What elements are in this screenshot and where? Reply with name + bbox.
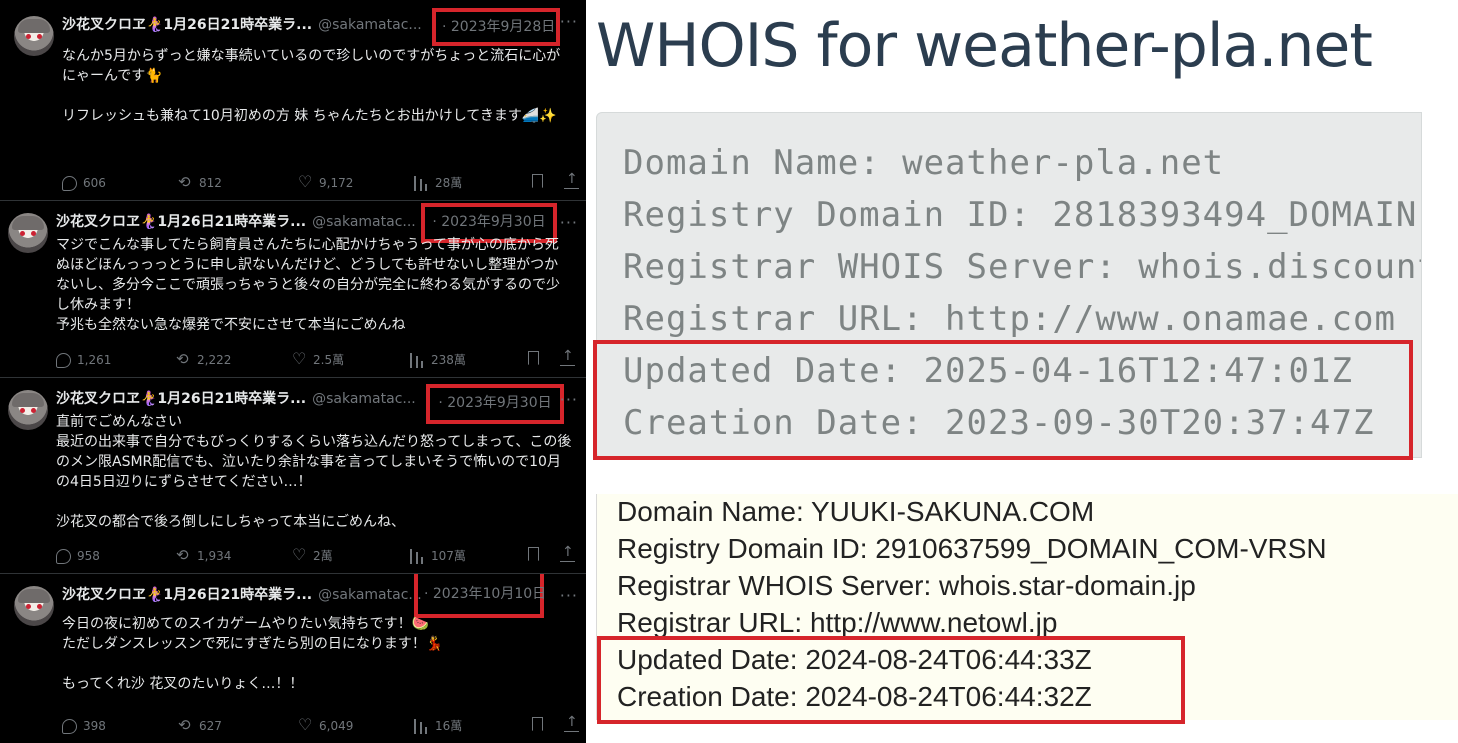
user-handle[interactable]: @sakamatac... (312, 214, 416, 230)
like-icon[interactable] (292, 350, 307, 368)
more-icon[interactable]: ··· (560, 390, 578, 409)
retweet-icon[interactable] (178, 173, 193, 191)
avatar[interactable] (14, 586, 54, 626)
whois-line: Registry Domain ID: 2818393494_DOMAIN (623, 195, 1418, 235)
date-highlight-box (597, 636, 1185, 724)
views-icon[interactable] (414, 175, 429, 191)
whois-title: WHOIS for weather-pla.net (596, 11, 1373, 81)
tweet-actions: 398 627 6,049 16萬 (62, 713, 579, 735)
retweet-icon[interactable] (176, 350, 191, 368)
tweet-actions: 1,261 2,222 2.5萬 238萬 (56, 347, 575, 369)
reply-count: 606 (83, 176, 106, 190)
tweet-timeline: 沙花叉クロヱ🧜‍♀️1月26日21時卒業ラ... @sakamatac... · … (0, 0, 586, 743)
tweet[interactable]: 沙花叉クロヱ🧜‍♀️1月26日21時卒業ラ... @sakamatac... · … (0, 0, 586, 200)
avatar[interactable] (14, 16, 54, 56)
avatar[interactable] (8, 213, 48, 253)
view-count: 107萬 (431, 549, 466, 563)
like-count: 6,049 (319, 719, 354, 733)
reply-icon[interactable] (56, 352, 71, 368)
date-highlight-box (593, 340, 1413, 460)
tweet[interactable]: 沙花叉クロヱ🧜‍♀️1月26日21時卒業ラ... @sakamatac... · … (0, 200, 586, 377)
whois-line: Domain Name: weather-pla.net (623, 143, 1225, 183)
display-name[interactable]: 沙花叉クロヱ🧜‍♀️1月26日21時卒業ラ... (62, 17, 312, 33)
like-count: 9,172 (319, 176, 354, 190)
like-icon[interactable] (298, 716, 313, 734)
views-icon[interactable] (410, 352, 425, 368)
whois-line: Domain Name: YUUKI-SAKUNA.COM (617, 496, 1095, 527)
view-count: 28萬 (435, 176, 463, 190)
retweet-count: 2,222 (197, 353, 232, 367)
retweet-count: 812 (199, 176, 222, 190)
retweet-count: 627 (199, 719, 222, 733)
reply-icon[interactable] (62, 175, 77, 191)
tweet-text: なんか5月からずっと嫌な事続いているので珍しいのですがちょっと流石に心がにゃーん… (62, 48, 561, 124)
whois-line: Registry Domain ID: 2910637599_DOMAIN_CO… (617, 533, 1327, 564)
more-icon[interactable]: ··· (560, 213, 578, 232)
bookmark-icon[interactable] (528, 547, 539, 561)
display-name[interactable]: 沙花叉クロヱ🧜‍♀️1月26日21時卒業ラ... (62, 587, 312, 603)
like-count: 2萬 (313, 549, 333, 563)
avatar[interactable] (8, 390, 48, 430)
whois-line: Registrar URL: http://www.netowl.jp (617, 607, 1058, 638)
tweet-text: 直前でごめんなさい 最近の出来事で自分でもびっくりするくらい落ち込んだり怒ってし… (56, 414, 572, 530)
reply-icon[interactable] (56, 548, 71, 564)
whois-line: Registrar WHOIS Server: whois.star-domai… (617, 570, 1196, 601)
share-icon[interactable] (564, 170, 579, 189)
like-icon[interactable] (298, 173, 313, 191)
share-icon[interactable] (560, 543, 575, 562)
user-handle[interactable]: @sakamatac... (318, 17, 422, 33)
retweet-count: 1,934 (197, 549, 232, 563)
reply-icon[interactable] (62, 718, 77, 734)
views-icon[interactable] (414, 718, 429, 734)
bookmark-icon[interactable] (532, 174, 543, 188)
display-name[interactable]: 沙花叉クロヱ🧜‍♀️1月26日21時卒業ラ... (56, 391, 306, 407)
view-count: 238萬 (431, 353, 466, 367)
tweet-date-highlight[interactable]: · 2023年9月28日 (432, 8, 560, 46)
bookmark-icon[interactable] (528, 351, 539, 365)
retweet-icon[interactable] (178, 716, 193, 734)
reply-count: 398 (83, 719, 106, 733)
tweet-text: マジでこんな事してたら飼育員さんたちに心配かけちゃうって事が心の底から死ぬほどほ… (56, 237, 560, 333)
user-handle[interactable]: @sakamatac... (318, 587, 422, 603)
retweet-icon[interactable] (176, 546, 191, 564)
tweet-text: 今日の夜に初めてのスイカゲームやりたい気持ちです！🍉 ただしダンスレッスンで死に… (62, 616, 444, 692)
bookmark-icon[interactable] (532, 717, 543, 731)
view-count: 16萬 (435, 719, 463, 733)
user-handle[interactable]: @sakamatac... (312, 391, 416, 407)
tweet[interactable]: 沙花叉クロヱ🧜‍♀️1月26日21時卒業ラ... @sakamatac... · … (0, 377, 586, 573)
reply-count: 958 (77, 549, 100, 563)
whois-line: Registrar URL: http://www.onamae.com (623, 299, 1396, 339)
share-icon[interactable] (560, 347, 575, 366)
display-name[interactable]: 沙花叉クロヱ🧜‍♀️1月26日21時卒業ラ... (56, 214, 306, 230)
tweet-actions: 606 812 9,172 28萬 (62, 170, 579, 192)
reply-count: 1,261 (77, 353, 112, 367)
like-icon[interactable] (292, 546, 307, 564)
more-icon[interactable]: ··· (560, 586, 578, 605)
more-icon[interactable]: ··· (560, 12, 578, 31)
tweet[interactable]: 沙花叉クロヱ🧜‍♀️1月26日21時卒業ラ... @sakamatac... · … (0, 573, 586, 743)
share-icon[interactable] (564, 713, 579, 732)
like-count: 2.5萬 (313, 353, 345, 367)
views-icon[interactable] (410, 548, 425, 564)
whois-line: Registrar WHOIS Server: whois.discount (623, 247, 1422, 287)
tweet-actions: 958 1,934 2萬 107萬 (56, 543, 575, 565)
tweet-date-highlight[interactable]: · 2023年10月10日 (414, 574, 546, 618)
